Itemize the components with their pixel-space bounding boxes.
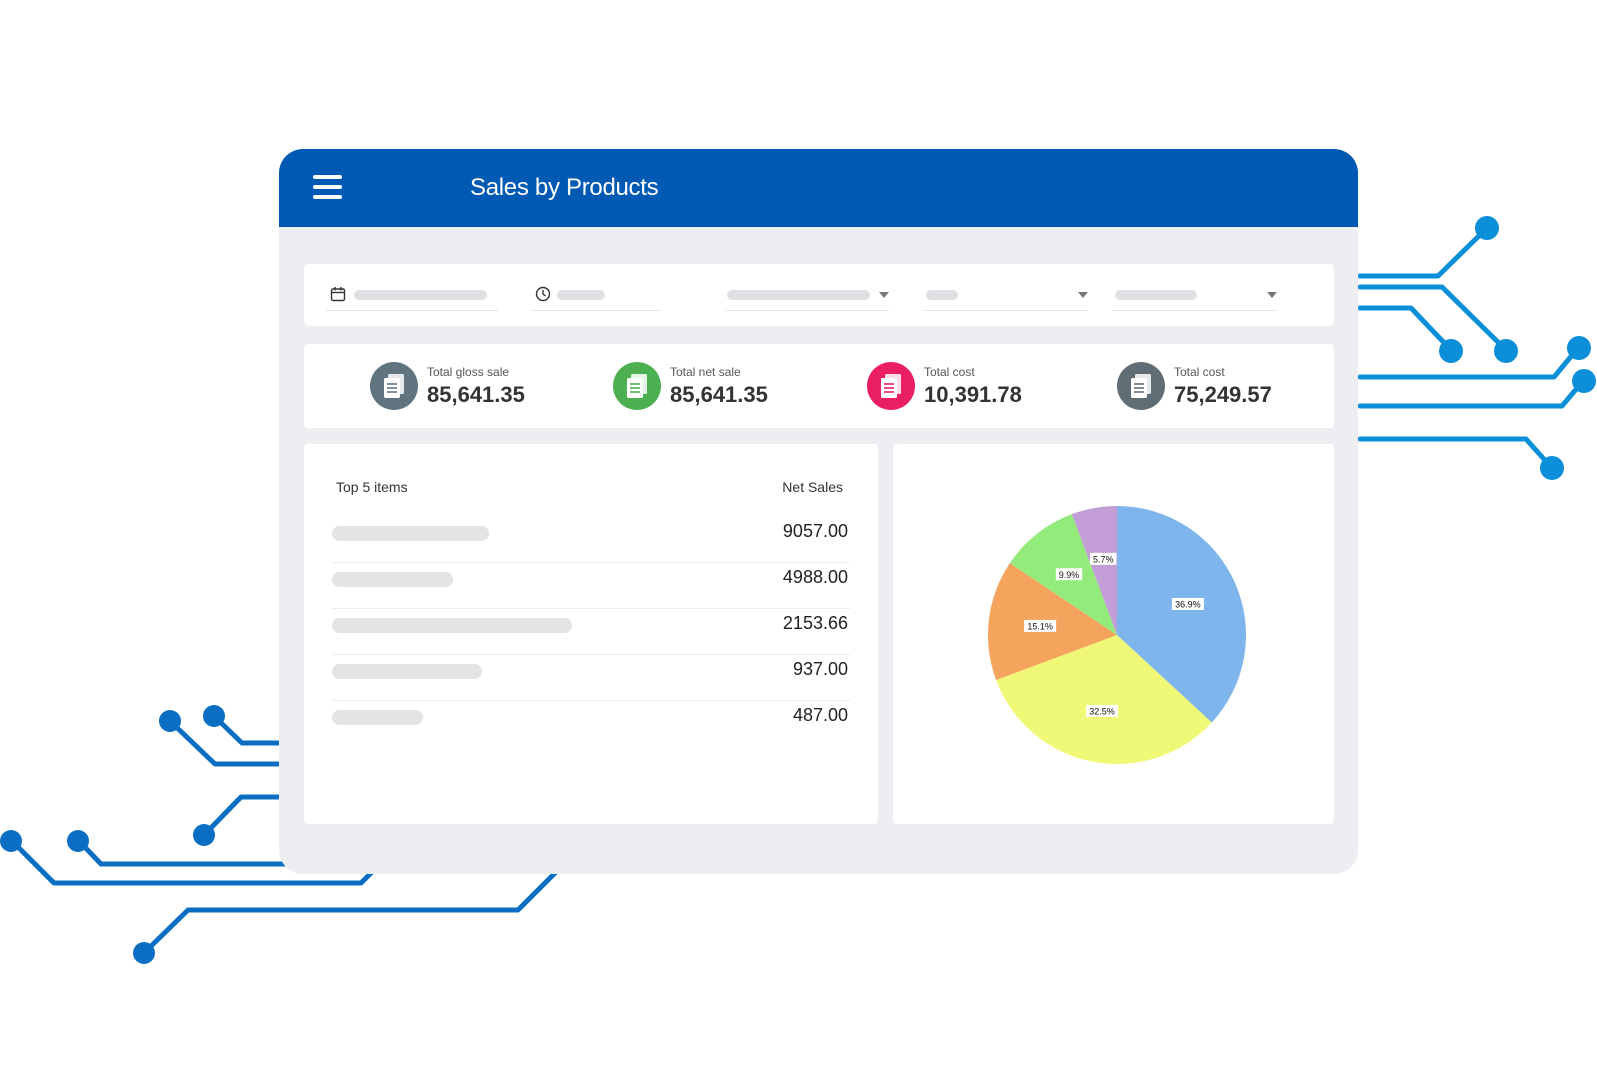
table-row[interactable]: 4988.00: [332, 562, 850, 609]
kpi-label: Total gloss sale: [427, 365, 510, 379]
time-filter[interactable]: [531, 280, 661, 311]
top-items-card: Top 5 items Net Sales 9057.00 4988.00 21…: [304, 444, 878, 824]
clock-icon: [535, 286, 551, 302]
placeholder-bar: [332, 664, 482, 679]
net-sales-header: Net Sales: [782, 479, 843, 495]
kpi-value: 10,391.78: [924, 382, 1022, 407]
kpi-bar: Total gloss sale 85,641.35 Total net sal…: [304, 344, 1334, 428]
dropdown-filter[interactable]: [725, 280, 889, 311]
app-window: Sales by Products Total gloss sale 85,64…: [279, 149, 1358, 874]
pie-slice-label: 9.9%: [1055, 568, 1083, 581]
chevron-down-icon: [1078, 292, 1088, 298]
dropdown-filter[interactable]: [1113, 280, 1277, 311]
row-value: 487.00: [792, 705, 848, 725]
document-icon: [1117, 362, 1165, 410]
page-title: Sales by Products: [470, 174, 659, 201]
document-icon: [370, 362, 418, 410]
svg-text:15.1%: 15.1%: [1027, 621, 1053, 631]
svg-text:9.9%: 9.9%: [1059, 570, 1080, 580]
document-icon: [867, 362, 915, 410]
dropdown-filter[interactable]: [924, 280, 1088, 311]
placeholder-bar: [557, 290, 605, 300]
table-row[interactable]: 487.00: [332, 700, 850, 746]
placeholder-bar: [354, 290, 487, 300]
kpi-label: Total net sale: [670, 365, 741, 379]
row-value: 9057.00: [782, 521, 848, 541]
hamburger-icon[interactable]: [313, 175, 342, 199]
pie-slice-label: 15.1%: [1024, 619, 1057, 632]
top-items-header: Top 5 items: [336, 479, 408, 495]
placeholder-bar: [727, 290, 870, 300]
placeholder-bar: [332, 710, 423, 725]
table-row[interactable]: 9057.00: [332, 516, 850, 563]
app-bar: Sales by Products: [279, 149, 1358, 227]
row-value: 937.00: [792, 659, 848, 679]
document-icon: [613, 362, 661, 410]
placeholder-bar: [332, 618, 572, 633]
svg-text:36.9%: 36.9%: [1175, 599, 1201, 609]
pie-chart-card: 36.9% 32.5% 15.1% 9.9% 5.7%: [893, 444, 1334, 824]
placeholder-bar: [1115, 290, 1197, 300]
table-row[interactable]: 2153.66: [332, 608, 850, 655]
table-row[interactable]: 937.00: [332, 654, 850, 701]
kpi-label: Total cost: [1174, 365, 1225, 379]
pie-slice-label: 5.7%: [1090, 552, 1117, 565]
kpi-value: 85,641.35: [670, 382, 768, 407]
kpi-value: 75,249.57: [1174, 382, 1272, 407]
kpi-label: Total cost: [924, 365, 975, 379]
chevron-down-icon: [879, 292, 889, 298]
pie-chart: 36.9% 32.5% 15.1% 9.9% 5.7%: [988, 506, 1246, 764]
svg-text:32.5%: 32.5%: [1089, 706, 1115, 716]
placeholder-bar: [332, 526, 489, 541]
pie-slice-label: 32.5%: [1086, 704, 1119, 717]
row-value: 4988.00: [782, 567, 848, 587]
pie-slice-label: 36.9%: [1171, 597, 1204, 610]
placeholder-bar: [926, 290, 958, 300]
calendar-icon: [330, 287, 346, 302]
placeholder-bar: [332, 572, 453, 587]
chevron-down-icon: [1267, 292, 1277, 298]
row-value: 2153.66: [782, 613, 848, 633]
kpi-value: 85,641.35: [427, 382, 525, 407]
date-filter[interactable]: [326, 280, 498, 311]
filter-bar: [304, 264, 1334, 326]
svg-text:5.7%: 5.7%: [1093, 554, 1114, 564]
